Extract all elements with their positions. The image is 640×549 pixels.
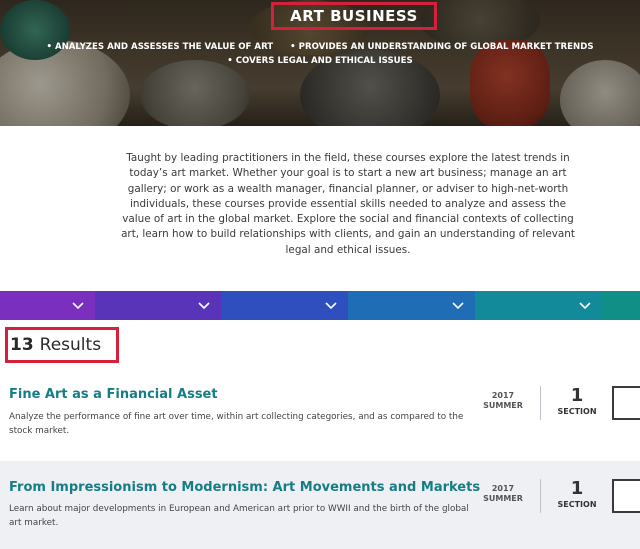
intro-paragraph: Taught by leading practitioners in the f… bbox=[121, 152, 575, 256]
divider bbox=[540, 386, 541, 420]
chevron-down-icon bbox=[578, 298, 592, 312]
chevron-down-icon bbox=[71, 298, 85, 312]
chevron-down-icon bbox=[197, 298, 211, 312]
hero-bullet: • COVERS LEGAL AND ETHICAL ISSUES bbox=[227, 56, 413, 66]
filter-dropdown-1[interactable] bbox=[0, 291, 95, 320]
course-sections: 1 SECTION bbox=[548, 478, 606, 510]
course-sections: 1 SECTION bbox=[548, 385, 606, 417]
filter-dropdown-2[interactable] bbox=[95, 291, 221, 320]
chevron-down-icon bbox=[451, 298, 465, 312]
section-label: SECTION bbox=[557, 500, 597, 509]
filter-dropdown-3[interactable] bbox=[221, 291, 348, 320]
course-season: SUMMER bbox=[483, 401, 523, 410]
page-title-text: ART BUSINESS bbox=[290, 7, 418, 25]
section-label: SECTION bbox=[557, 407, 597, 416]
hero-bullets: • ANALYZES AND ASSESSES THE VALUE OF ART… bbox=[0, 40, 640, 68]
section-count: 1 bbox=[570, 478, 584, 499]
filter-bar bbox=[0, 291, 640, 320]
filter-dropdown-4[interactable] bbox=[348, 291, 475, 320]
course-description: Learn about major developments in Europe… bbox=[9, 504, 469, 528]
section-count: 1 bbox=[570, 385, 584, 406]
view-course-button[interactable] bbox=[612, 479, 640, 513]
results-label: Results bbox=[39, 335, 102, 355]
course-year: 2017 bbox=[491, 391, 515, 400]
view-course-button[interactable] bbox=[612, 386, 640, 420]
course-description: Analyze the performance of fine art over… bbox=[9, 412, 464, 436]
course-row[interactable]: From Impressionism to Modernism: Art Mov… bbox=[0, 461, 640, 549]
course-year: 2017 bbox=[491, 484, 515, 493]
hero-banner: ART BUSINESS • ANALYZES AND ASSESSES THE… bbox=[0, 0, 640, 126]
filter-dropdown-6[interactable] bbox=[602, 291, 640, 320]
results-number: 13 bbox=[10, 335, 34, 355]
results-count: 13 Results bbox=[5, 327, 119, 363]
course-title-link[interactable]: From Impressionism to Modernism: Art Mov… bbox=[9, 480, 480, 495]
divider bbox=[540, 479, 541, 513]
course-row[interactable]: Fine Art as a Financial Asset Analyze th… bbox=[0, 374, 640, 454]
page-title: ART BUSINESS bbox=[271, 2, 437, 30]
filter-dropdown-5[interactable] bbox=[475, 291, 602, 320]
course-title-link[interactable]: Fine Art as a Financial Asset bbox=[9, 387, 218, 402]
course-season: SUMMER bbox=[483, 494, 523, 503]
hero-bullet: • PROVIDES AN UNDERSTANDING OF GLOBAL MA… bbox=[290, 42, 594, 52]
chevron-down-icon bbox=[324, 298, 338, 312]
course-term: 2017 SUMMER bbox=[478, 391, 528, 411]
course-term: 2017 SUMMER bbox=[478, 484, 528, 504]
hero-bullet: • ANALYZES AND ASSESSES THE VALUE OF ART bbox=[46, 42, 274, 52]
